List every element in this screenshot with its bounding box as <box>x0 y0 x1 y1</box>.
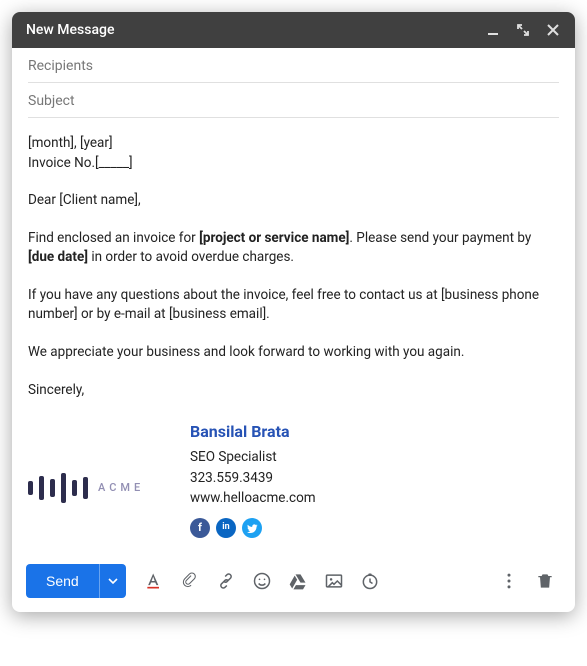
attach-file-icon[interactable] <box>174 565 206 597</box>
insert-drive-icon[interactable] <box>282 565 314 597</box>
body-line: Invoice No.[_____] <box>28 154 559 174</box>
compose-toolbar: Send <box>12 554 575 612</box>
compose-window: New Message Recipients Subject [month], … <box>12 12 575 612</box>
insert-photo-icon[interactable] <box>318 565 350 597</box>
insert-link-icon[interactable] <box>210 565 242 597</box>
more-options-icon[interactable] <box>493 565 525 597</box>
body-line: [month], [year] <box>28 134 559 154</box>
chevron-down-icon <box>108 576 118 586</box>
recipients-input[interactable]: Recipients <box>28 48 559 83</box>
window-title: New Message <box>26 22 114 38</box>
signature-block: ACME Bansilal Brata SEO Specialist 323.5… <box>28 420 559 538</box>
confidential-mode-icon[interactable] <box>354 565 386 597</box>
format-text-icon[interactable] <box>138 565 170 597</box>
body-greeting: Dear [Client name], <box>28 191 559 211</box>
signature-website: www.helloacme.com <box>190 488 316 508</box>
twitter-icon[interactable] <box>242 518 262 538</box>
linkedin-icon[interactable]: in <box>216 518 236 538</box>
subject-input[interactable]: Subject <box>28 83 559 118</box>
titlebar: New Message <box>12 12 575 48</box>
minimize-icon[interactable] <box>485 22 501 38</box>
logo-bars-icon <box>28 473 88 503</box>
message-body[interactable]: [month], [year] Invoice No.[_____] Dear … <box>12 118 575 554</box>
body-paragraph: Find enclosed an invoice for [project or… <box>28 229 559 268</box>
logo-text: ACME <box>98 480 144 496</box>
signature-name: Bansilal Brata <box>190 420 316 443</box>
insert-emoji-icon[interactable] <box>246 565 278 597</box>
send-button[interactable]: Send <box>26 564 99 598</box>
signature-logo: ACME <box>28 420 168 538</box>
body-closing: Sincerely, <box>28 381 559 401</box>
signature-phone: 323.559.3439 <box>190 468 316 488</box>
fullscreen-icon[interactable] <box>515 22 531 38</box>
close-icon[interactable] <box>545 22 561 38</box>
send-options-button[interactable] <box>99 564 126 598</box>
body-paragraph: We appreciate your business and look for… <box>28 343 559 363</box>
facebook-icon[interactable]: f <box>190 518 210 538</box>
signature-title: SEO Specialist <box>190 447 316 467</box>
discard-draft-icon[interactable] <box>529 565 561 597</box>
body-paragraph: If you have any questions about the invo… <box>28 286 559 325</box>
